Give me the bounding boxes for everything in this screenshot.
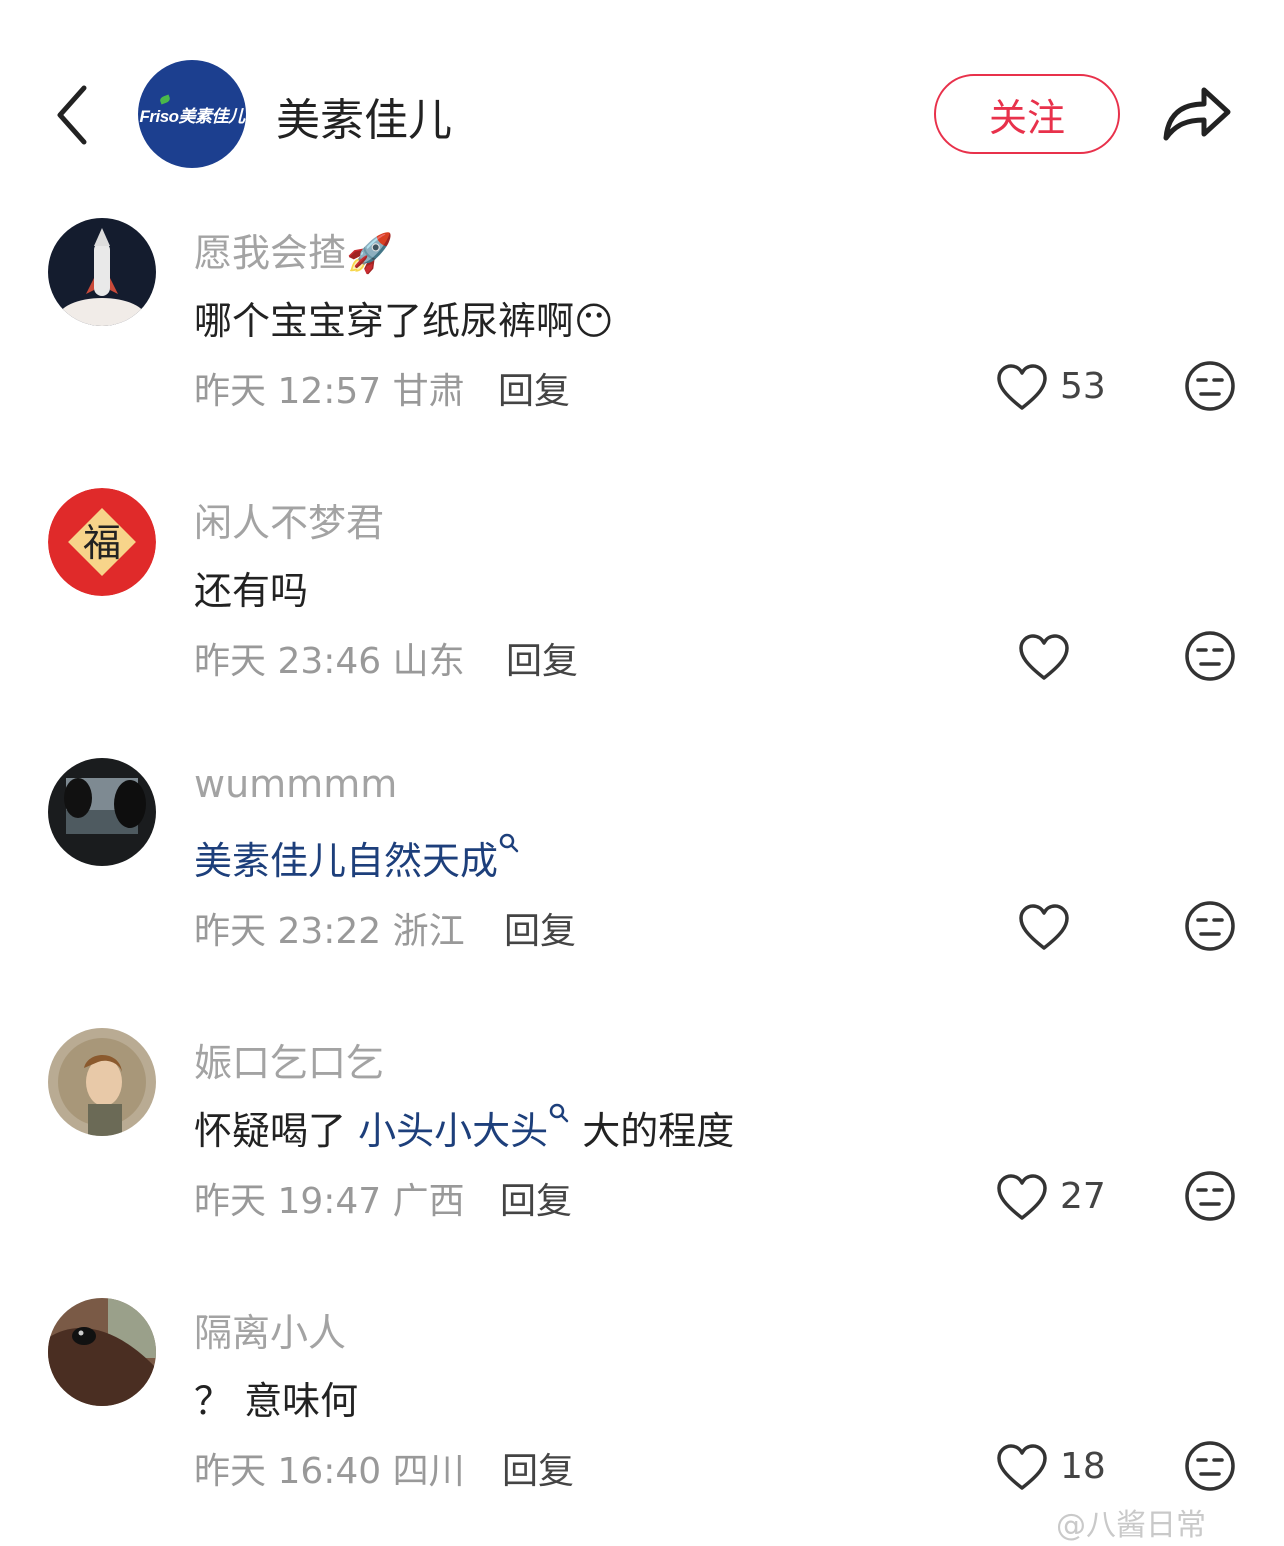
dislike-face-icon[interactable] [1184, 1170, 1236, 1222]
avatar-rocket[interactable] [48, 218, 156, 326]
dislike-face-icon[interactable] [1184, 630, 1236, 682]
comment-text: 哪个宝宝穿了纸尿裤啊😶 [194, 290, 614, 345]
comment-text: 美素佳儿自然天成 [194, 830, 520, 885]
comment-item: 娠口乞口乞 怀疑喝了 小头小大头 大的程度 昨天 19:47 广西 回复 27 [0, 1028, 1284, 1268]
reply-button[interactable]: 回复 [502, 1442, 574, 1494]
comment-text: 怀疑喝了 小头小大头 大的程度 [194, 1100, 734, 1155]
heart-icon[interactable] [996, 364, 1048, 412]
fu-character: 福 [83, 521, 121, 565]
brand-logo-text: Friso美素佳儿 [139, 106, 245, 126]
like-count: 53 [1060, 366, 1106, 407]
dislike-face-icon[interactable] [1184, 900, 1236, 952]
top-bar: Friso美素佳儿 美素佳儿 关注 [0, 0, 1284, 200]
comment-text-body: 哪个宝宝穿了纸尿裤啊 [194, 299, 575, 343]
comment-item: 愿我会揸🚀 哪个宝宝穿了纸尿裤啊😶 昨天 12:57 甘肃 回复 53 [0, 218, 1284, 458]
reply-button[interactable]: 回复 [498, 362, 570, 414]
comment-meta: 昨天 23:22 浙江 [194, 911, 465, 952]
comment-username[interactable]: wummmm [194, 762, 397, 806]
heart-icon[interactable] [1018, 904, 1070, 952]
page-title: 美素佳儿 [276, 95, 452, 146]
comment-username[interactable]: 隔离小人 [194, 1302, 346, 1357]
comment-meta: 昨天 16:40 四川 [194, 1451, 465, 1492]
watermark: @八酱日常 [1056, 1508, 1206, 1543]
search-topic-link[interactable]: 美素佳儿自然天成 [194, 839, 498, 883]
share-arrow-icon[interactable] [1160, 80, 1234, 146]
dislike-face-icon[interactable] [1184, 1440, 1236, 1492]
comment-meta: 昨天 19:47 广西 [194, 1181, 465, 1222]
follow-button[interactable]: 关注 [934, 74, 1120, 154]
comment-item: 福 闲人不梦君 还有吗 昨天 23:46 山东 回复 [0, 488, 1284, 728]
avatar-horse-eye[interactable] [48, 1298, 156, 1406]
comment-username[interactable]: 闲人不梦君 [194, 492, 384, 547]
like-count: 27 [1060, 1176, 1106, 1217]
emoji-icon: 😶 [574, 299, 614, 343]
heart-icon[interactable] [1018, 634, 1070, 682]
search-icon[interactable] [498, 832, 520, 854]
heart-icon[interactable] [996, 1444, 1048, 1492]
comment-text-body: 大的程度 [570, 1109, 735, 1153]
brand-avatar[interactable]: Friso美素佳儿 [138, 60, 246, 168]
heart-icon[interactable] [996, 1174, 1048, 1222]
like-count: 18 [1060, 1446, 1106, 1487]
avatar-window-photo[interactable] [48, 758, 156, 866]
comment-meta: 昨天 12:57 甘肃 [194, 371, 465, 412]
avatar-fu[interactable]: 福 [48, 488, 156, 596]
dislike-face-icon[interactable] [1184, 360, 1236, 412]
search-icon[interactable] [548, 1102, 570, 1124]
comment-text: 还有吗 [194, 569, 309, 613]
comment-text: ？ 意味何 [194, 1379, 359, 1423]
comment-meta: 昨天 23:46 山东 [194, 641, 465, 682]
reply-button[interactable]: 回复 [506, 632, 578, 684]
avatar-painting[interactable] [48, 1028, 156, 1136]
comment-item: wummmm 美素佳儿自然天成 昨天 23:22 浙江 回复 [0, 758, 1284, 998]
comment-text-body: 怀疑喝了 [194, 1109, 359, 1153]
chevron-left-icon[interactable] [48, 80, 100, 150]
comment-username[interactable]: 愿我会揸🚀 [194, 222, 393, 277]
reply-button[interactable]: 回复 [500, 1172, 572, 1224]
search-topic-link[interactable]: 小头小大头 [358, 1109, 548, 1153]
comment-username[interactable]: 娠口乞口乞 [194, 1032, 384, 1087]
reply-button[interactable]: 回复 [504, 902, 576, 954]
